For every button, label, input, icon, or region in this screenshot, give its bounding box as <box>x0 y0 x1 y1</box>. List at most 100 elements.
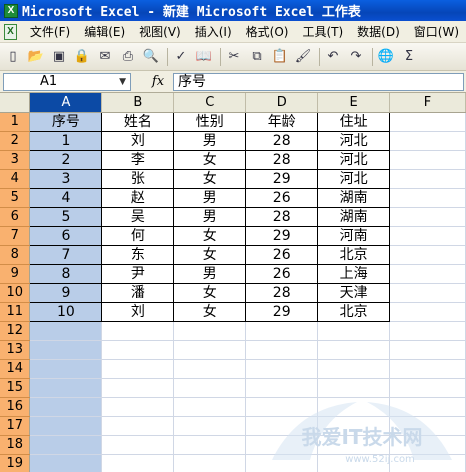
cell-d8[interactable]: 26 <box>245 245 319 265</box>
cell-f16[interactable] <box>389 397 466 417</box>
cell-f12[interactable] <box>389 321 466 341</box>
cell-d10[interactable]: 28 <box>245 283 319 303</box>
column-header-e[interactable]: E <box>317 93 391 113</box>
cell-e16[interactable] <box>317 397 391 417</box>
cell-b13[interactable] <box>101 340 175 360</box>
row-header[interactable]: 6 <box>0 207 31 227</box>
cell-e9[interactable]: 上海 <box>317 264 391 284</box>
menu-view[interactable]: 视图(V) <box>132 23 188 40</box>
cell-a6[interactable]: 5 <box>29 207 103 227</box>
cell-d9[interactable]: 26 <box>245 264 319 284</box>
cell-a8[interactable]: 7 <box>29 245 103 265</box>
cell-c15[interactable] <box>173 378 247 398</box>
cell-a3[interactable]: 2 <box>29 150 103 170</box>
cell-f6[interactable] <box>389 207 466 227</box>
row-header[interactable]: 2 <box>0 131 31 151</box>
spelling-icon[interactable]: ✓ <box>171 47 191 67</box>
cell-d7[interactable]: 29 <box>245 226 319 246</box>
cell-c17[interactable] <box>173 416 247 436</box>
row-header[interactable]: 1 <box>0 112 31 132</box>
cell-f9[interactable] <box>389 264 466 284</box>
cell-c19[interactable] <box>173 454 247 472</box>
cell-a2[interactable]: 1 <box>29 131 103 151</box>
row-header[interactable]: 10 <box>0 283 31 303</box>
row-header[interactable]: 7 <box>0 226 31 246</box>
cell-a1[interactable]: 序号 <box>29 111 103 132</box>
cell-c4[interactable]: 女 <box>173 169 247 189</box>
open-icon[interactable]: 📂 <box>26 47 46 67</box>
cell-f14[interactable] <box>389 359 466 379</box>
cell-b8[interactable]: 东 <box>101 245 175 265</box>
cell-c3[interactable]: 女 <box>173 150 247 170</box>
cell-e19[interactable] <box>317 454 391 472</box>
row-header[interactable]: 9 <box>0 264 31 284</box>
undo-icon[interactable]: ↶ <box>323 47 343 67</box>
cell-a19[interactable] <box>29 454 103 472</box>
row-header[interactable]: 14 <box>0 359 31 379</box>
cell-b7[interactable]: 何 <box>101 226 175 246</box>
cell-f15[interactable] <box>389 378 466 398</box>
cell-c9[interactable]: 男 <box>173 264 247 284</box>
insert-function-icon[interactable]: fx <box>143 74 173 89</box>
row-header[interactable]: 8 <box>0 245 31 265</box>
cell-d3[interactable]: 28 <box>245 150 319 170</box>
cell-c12[interactable] <box>173 321 247 341</box>
excel-app-icon[interactable]: X <box>4 3 18 18</box>
cell-c16[interactable] <box>173 397 247 417</box>
cell-f18[interactable] <box>389 435 466 455</box>
cell-c18[interactable] <box>173 435 247 455</box>
name-box[interactable]: A1 ▼ <box>3 72 131 91</box>
print-icon[interactable]: ⎙ <box>118 47 138 67</box>
cell-b19[interactable] <box>101 454 175 472</box>
row-header[interactable]: 5 <box>0 188 31 208</box>
cell-e6[interactable]: 湖南 <box>317 207 391 227</box>
cell-a16[interactable] <box>29 397 103 417</box>
column-header-c[interactable]: C <box>173 93 247 113</box>
cut-icon[interactable]: ✂ <box>224 47 244 67</box>
cell-c13[interactable] <box>173 340 247 360</box>
title-bar[interactable]: X Microsoft Excel - 新建 Microsoft Excel 工… <box>0 0 466 21</box>
cell-f5[interactable] <box>389 188 466 208</box>
cell-a11[interactable]: 10 <box>29 302 103 322</box>
menu-edit[interactable]: 编辑(E) <box>77 23 132 40</box>
cell-b2[interactable]: 刘 <box>101 131 175 151</box>
row-header[interactable]: 12 <box>0 321 31 341</box>
cell-c8[interactable]: 女 <box>173 245 247 265</box>
cell-c2[interactable]: 男 <box>173 131 247 151</box>
cell-a10[interactable]: 9 <box>29 283 103 303</box>
new-icon[interactable]: ▯ <box>3 47 23 67</box>
cell-a17[interactable] <box>29 416 103 436</box>
cell-e8[interactable]: 北京 <box>317 245 391 265</box>
row-header[interactable]: 19 <box>0 454 31 472</box>
cell-b5[interactable]: 赵 <box>101 188 175 208</box>
cell-e4[interactable]: 河北 <box>317 169 391 189</box>
hyperlink-icon[interactable]: 🌐 <box>376 47 396 67</box>
cell-e1[interactable]: 住址 <box>317 111 391 132</box>
row-header[interactable]: 3 <box>0 150 31 170</box>
menu-tools[interactable]: 工具(T) <box>295 23 350 40</box>
cell-a18[interactable] <box>29 435 103 455</box>
menu-file[interactable]: 文件(F) <box>23 23 77 40</box>
cell-f8[interactable] <box>389 245 466 265</box>
cell-f11[interactable] <box>389 302 466 322</box>
cell-e2[interactable]: 河北 <box>317 131 391 151</box>
autosum-icon[interactable]: Σ <box>399 47 419 67</box>
cell-b15[interactable] <box>101 378 175 398</box>
cell-f3[interactable] <box>389 150 466 170</box>
redo-icon[interactable]: ↷ <box>346 47 366 67</box>
copy-icon[interactable]: ⧉ <box>247 47 267 67</box>
cell-b11[interactable]: 刘 <box>101 302 175 322</box>
cell-e15[interactable] <box>317 378 391 398</box>
cell-a4[interactable]: 3 <box>29 169 103 189</box>
chevron-down-icon[interactable]: ▼ <box>119 77 126 87</box>
email-icon[interactable]: ✉ <box>95 47 115 67</box>
cell-d4[interactable]: 29 <box>245 169 319 189</box>
cell-b1[interactable]: 姓名 <box>101 111 175 132</box>
cell-a12[interactable] <box>29 321 103 341</box>
research-icon[interactable]: 📖 <box>194 47 214 67</box>
cell-e17[interactable] <box>317 416 391 436</box>
menu-window[interactable]: 窗口(W) <box>407 23 466 40</box>
cell-a9[interactable]: 8 <box>29 264 103 284</box>
format-painter-icon[interactable]: 🖌 <box>293 47 313 67</box>
row-header[interactable]: 13 <box>0 340 31 360</box>
